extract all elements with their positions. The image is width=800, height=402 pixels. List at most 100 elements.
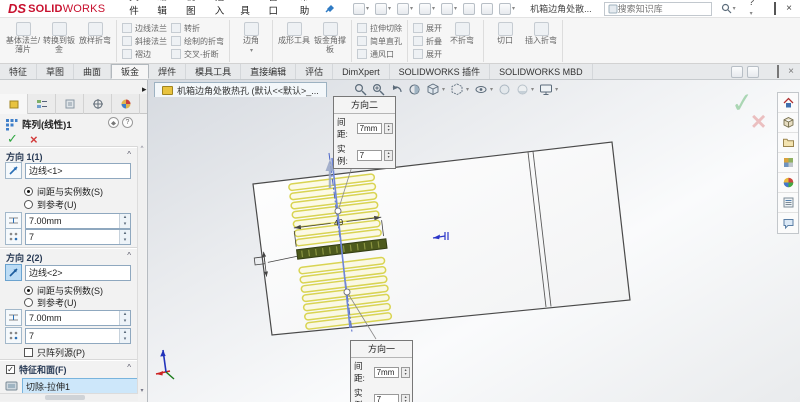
callout-top-spacing-spinner[interactable]: ▴ ▾	[384, 122, 393, 134]
home-icon[interactable]	[778, 93, 798, 113]
no-bends-button[interactable]: 不折弯	[444, 21, 480, 46]
direction2-spacing-input[interactable]: 7.00mm ▴ ▾	[25, 309, 131, 326]
direction1-collapse-icon[interactable]: ^	[127, 150, 131, 159]
search-input[interactable]	[617, 3, 708, 14]
callout-direction-two[interactable]: 方向二 间距: 7mm ▴ ▾ 实例: 7 ▴ ▾	[333, 96, 396, 169]
callout-direction-one[interactable]: 方向一 间距: 7mm ▴▾ 实例: 7 ▴▾	[350, 340, 413, 402]
lofted-bend-button[interactable]: 放样折弯	[77, 21, 113, 46]
tab-configuration-icon[interactable]	[84, 94, 112, 114]
tab-sheet-metal[interactable]: 钣金	[111, 64, 150, 79]
direction1-count-spinner[interactable]: ▴ ▾	[119, 229, 130, 244]
restore-button[interactable]	[774, 1, 777, 15]
rip-button[interactable]: 切口	[487, 21, 523, 46]
ok-button[interactable]: ✓	[7, 131, 18, 147]
tab-propertymanager-icon[interactable]	[56, 94, 84, 114]
direction2-count-input[interactable]: 7 ▴ ▾	[25, 327, 131, 344]
tab-part-icon[interactable]	[0, 94, 28, 114]
help-icon[interactable]: ?	[122, 117, 133, 128]
tab-dimxpertmanager-icon[interactable]	[112, 94, 140, 114]
flyout-tree-arrow[interactable]: ▸	[142, 84, 147, 95]
doc-close-button[interactable]: ×	[788, 66, 794, 77]
select-icon[interactable]: ▾	[438, 2, 460, 16]
section-view-icon[interactable]	[408, 83, 421, 96]
keep-visible-pin-icon[interactable]	[108, 117, 119, 128]
direction2-spacing-spinner[interactable]: ▴ ▾	[119, 310, 130, 325]
unfold-button[interactable]: 展开	[413, 22, 442, 34]
help-button[interactable]: ?▾	[749, 0, 755, 19]
search-icon[interactable]: ▾	[718, 2, 739, 15]
zoom-to-fit-icon[interactable]	[354, 83, 367, 96]
direction2-arrow-icon[interactable]	[5, 264, 22, 281]
print-icon[interactable]: ▾	[394, 2, 416, 16]
doc-panel2-icon[interactable]	[747, 65, 760, 78]
display-style-icon[interactable]: ▾	[450, 83, 469, 96]
tab-sw-mbd[interactable]: SOLIDWORKS MBD	[490, 64, 593, 79]
zoom-to-area-icon[interactable]	[372, 83, 385, 96]
feature-item-cut-extrude[interactable]: 切除-拉伸1	[22, 378, 140, 394]
doc-panel-icon[interactable]	[731, 65, 744, 78]
view-orientation-cube-icon[interactable]: ▾	[426, 83, 445, 96]
document-tab[interactable]: 机箱边角处散热孔 (默认<<默认>_...	[154, 82, 327, 97]
direction2-collapse-icon[interactable]: ^	[127, 251, 131, 260]
callout-top-instances-input[interactable]: 7	[356, 149, 383, 161]
panel-horizontal-scrollbar[interactable]	[0, 393, 138, 401]
save-icon[interactable]: ▾	[372, 2, 394, 16]
scene-color-wheel-icon[interactable]	[778, 173, 798, 193]
new-file-icon[interactable]: ▾	[350, 2, 372, 16]
direction1-spacing-input[interactable]: 7.00mm ▴ ▾	[25, 212, 131, 229]
fold-button[interactable]: 折叠	[413, 35, 442, 47]
jog-button[interactable]: 转折	[171, 22, 224, 34]
forum-comment-icon[interactable]	[778, 213, 798, 233]
vent-button[interactable]: 通风口	[357, 48, 402, 60]
forming-tool-button[interactable]: 成形工具	[276, 21, 312, 46]
features-collapse-icon[interactable]: ^	[127, 363, 131, 372]
direction1-spacing-spinner[interactable]: ▴ ▾	[119, 213, 130, 228]
view-settings-monitor-icon[interactable]: ▾	[539, 83, 558, 96]
edit-appearance-icon[interactable]	[498, 83, 511, 96]
apply-scene-icon[interactable]: ▾	[516, 83, 534, 96]
appearances-icon[interactable]	[778, 153, 798, 173]
insert-bends-button[interactable]: 插入折弯	[523, 21, 559, 46]
scroll-up-icon[interactable]: ^	[141, 146, 144, 152]
direction2-up-to-reference-radio[interactable]: 到参考(U)	[24, 296, 77, 309]
sketched-bend-button[interactable]: 绘制的折弯	[171, 35, 224, 47]
file-explorer-folder-icon[interactable]	[778, 133, 798, 153]
undo-icon[interactable]: ▾	[416, 2, 438, 16]
callout-bottom-spacing-input[interactable]: 7mm	[373, 366, 400, 378]
knowledge-search-box[interactable]	[603, 1, 712, 16]
corner-button[interactable]: 边角 ▾	[233, 21, 269, 55]
tab-mold-tools[interactable]: 模具工具	[186, 64, 242, 79]
direction2-header[interactable]: 方向 2(2)	[6, 251, 43, 264]
convert-to-sheetmetal-button[interactable]: 转换到钣金	[41, 21, 77, 54]
close-button[interactable]: ×	[786, 3, 792, 14]
base-flange-button[interactable]: 基体法兰/薄片	[5, 21, 41, 54]
tab-direct-editing[interactable]: 直接编辑	[241, 64, 297, 79]
callout-bottom-instances-input[interactable]: 7	[373, 393, 400, 402]
simple-hole-button[interactable]: 简单直孔	[357, 35, 402, 47]
callout-bottom-instances-spinner[interactable]: ▴ ▾	[401, 393, 410, 402]
direction1-edge-field[interactable]: 边线<1>	[25, 162, 131, 179]
cancel-button[interactable]: ×	[30, 132, 38, 147]
direction2-count-spinner[interactable]: ▴ ▾	[119, 328, 130, 343]
direction1-up-to-reference-radio[interactable]: 到参考(U)	[24, 198, 77, 211]
callout-top-instances-spinner[interactable]: ▴ ▾	[384, 149, 393, 161]
direction1-arrow-icon[interactable]	[5, 162, 22, 179]
features-faces-header[interactable]: ✓ 特征和面(F)	[6, 363, 67, 376]
direction2-edge-field[interactable]: 边线<2>	[25, 264, 131, 281]
panel-vertical-scrollbar[interactable]: ^ ▾	[137, 146, 146, 394]
design-library-icon[interactable]	[778, 113, 798, 133]
miter-flange-button[interactable]: 斜接法兰	[122, 35, 167, 47]
direction1-count-input[interactable]: 7 ▴ ▾	[25, 228, 131, 245]
tab-features[interactable]: 特征	[0, 64, 38, 79]
options-gear-icon[interactable]: ▾	[496, 2, 518, 16]
callout-bottom-spacing-spinner[interactable]: ▴ ▾	[401, 366, 410, 378]
confirmation-cancel-icon[interactable]: ×	[751, 106, 766, 137]
previous-view-icon[interactable]	[390, 83, 403, 96]
tab-dimxpert[interactable]: DimXpert	[333, 64, 390, 79]
callout-top-spacing-input[interactable]: 7mm	[356, 122, 383, 134]
tab-featuretree-icon[interactable]	[28, 94, 56, 114]
pattern-seed-only-checkbox[interactable]: 只阵列源(P)	[24, 346, 85, 359]
graphics-viewport[interactable]: 49	[148, 80, 800, 402]
doc-restore-button[interactable]	[777, 64, 780, 78]
sheetmetal-gusset-button[interactable]: 钣金角撑板	[312, 21, 348, 54]
